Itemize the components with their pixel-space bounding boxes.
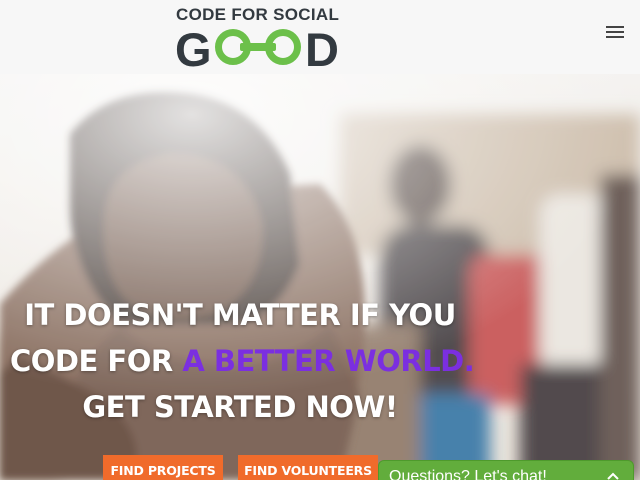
logo-good-wordmark: G D [176, 27, 339, 69]
hero-headline-line2-prefix: CODE FOR [10, 344, 183, 378]
hero-headline-line3: GET STARTED NOW! [82, 390, 398, 424]
chat-widget-button[interactable]: Questions? Let's chat! [378, 460, 634, 480]
chevron-up-icon [607, 472, 619, 480]
hero-headline-accent: A BETTER WORLD. [182, 344, 475, 378]
hero-section: IT DOESN'T MATTER IF YOU CODE FOR A BETT… [0, 74, 640, 480]
logo-letter-d: D [305, 27, 339, 69]
code-for-social-good-logo[interactable]: CODE FOR SOCIAL G D [176, 5, 346, 69]
hero-headline-line1: IT DOESN'T MATTER IF YOU [24, 298, 456, 332]
find-projects-button[interactable]: FIND PROJECTS [103, 455, 223, 480]
hero-headline-line2: CODE FOR A BETTER WORLD. [10, 344, 475, 378]
chat-widget-label: Questions? Let's chat! [389, 468, 547, 480]
hamburger-icon[interactable] [604, 24, 626, 40]
logo-letter-g: G [176, 27, 212, 69]
logo-top-text: CODE FOR SOCIAL [176, 5, 340, 24]
logo-chain-icon [215, 29, 301, 65]
site-header: CODE FOR SOCIAL G D [0, 0, 640, 74]
find-volunteers-button[interactable]: FIND VOLUNTEERS [238, 455, 378, 480]
